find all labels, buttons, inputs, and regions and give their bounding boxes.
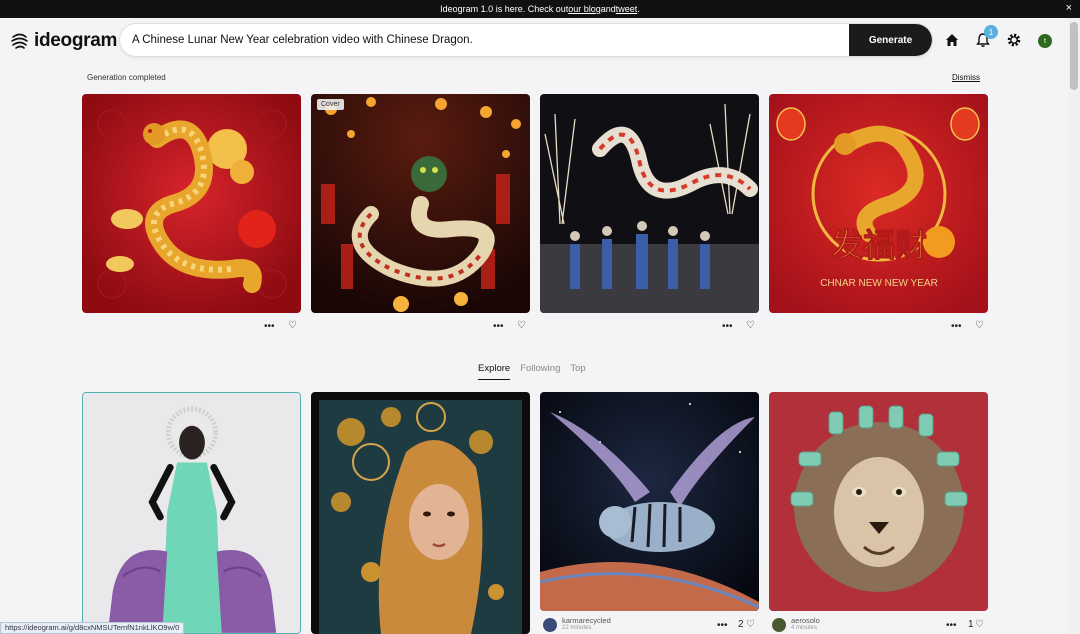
- generated-image-3[interactable]: [540, 94, 759, 313]
- heart-icon[interactable]: ♡: [975, 620, 984, 630]
- more-options-icon[interactable]: •••: [264, 322, 275, 332]
- more-options-icon[interactable]: •••: [493, 322, 504, 332]
- heart-icon[interactable]: ♡: [517, 321, 526, 331]
- feed-image-4[interactable]: [769, 392, 988, 611]
- image-caption-text: CHNAR NEW NEW YEAR: [820, 278, 938, 289]
- post-time: 22 minutes: [562, 625, 592, 631]
- top-header: ideogram Generate 1 t: [0, 18, 1068, 64]
- notification-badge: 1: [984, 25, 998, 39]
- announcement-banner: Ideogram 1.0 is here. Check out our blog…: [0, 0, 1080, 18]
- banner-text: Ideogram 1.0 is here. Check out: [440, 4, 569, 14]
- scrollbar-thumb[interactable]: [1070, 22, 1078, 90]
- tab-following[interactable]: Following: [520, 363, 560, 380]
- generation-status: Generation completed: [87, 73, 166, 82]
- winged-tiger-space-image: [540, 392, 759, 611]
- logo[interactable]: ideogram: [10, 30, 117, 52]
- heart-icon[interactable]: ♡: [288, 321, 297, 331]
- avatar[interactable]: [772, 617, 786, 632]
- author-name[interactable]: karmarecycled: [562, 617, 611, 625]
- tab-explore[interactable]: Explore: [478, 363, 511, 380]
- lion-with-curlers-image: [769, 392, 988, 611]
- steampunk-woman-image: [311, 392, 530, 634]
- dragon-dance-fireworks-image: [540, 94, 759, 313]
- feed-image-3[interactable]: [540, 392, 759, 611]
- more-options-icon[interactable]: •••: [717, 621, 728, 631]
- dragon-greeting-card-image: 发福财 CHNAR NEW NEW YEAR: [769, 94, 988, 313]
- blog-link[interactable]: our blog: [568, 4, 601, 14]
- prompt-input[interactable]: [120, 34, 849, 46]
- feed-item-author[interactable]: aerosolo 4 minutes: [772, 617, 820, 632]
- fashion-model-image: [83, 393, 300, 633]
- author-name[interactable]: aerosolo: [791, 617, 820, 625]
- avatar[interactable]: [543, 617, 557, 632]
- feed-item-author[interactable]: karmarecycled 22 minutes: [543, 617, 611, 632]
- close-icon[interactable]: ×: [1066, 2, 1072, 14]
- feed-tabs: Explore Following Top: [478, 363, 586, 380]
- dragon-parade-night-image: [311, 94, 530, 313]
- banner-text-suffix: .: [637, 4, 640, 14]
- more-options-icon[interactable]: •••: [722, 322, 733, 332]
- cover-tag: Cover: [317, 99, 344, 110]
- generate-button[interactable]: Generate: [849, 24, 932, 56]
- feed-image-2[interactable]: [311, 392, 530, 634]
- browser-status-url: https://ideogram.ai/g/d8cxNMSUTemfN1nkLl…: [0, 622, 185, 634]
- user-avatar[interactable]: t: [1038, 34, 1052, 48]
- heart-icon[interactable]: ♡: [746, 620, 755, 630]
- tweet-link[interactable]: tweet: [616, 4, 638, 14]
- dismiss-button[interactable]: Dismiss: [952, 73, 980, 82]
- banner-text-middle: and: [600, 4, 616, 14]
- generated-image-4[interactable]: 发福财 CHNAR NEW NEW YEAR: [769, 94, 988, 313]
- gear-icon[interactable]: [1006, 32, 1022, 48]
- tab-top[interactable]: Top: [570, 363, 585, 380]
- lucky-chars-text: 发福财: [831, 226, 927, 264]
- like-count: 1: [968, 619, 974, 630]
- like-count: 2: [738, 619, 744, 630]
- heart-icon[interactable]: ♡: [746, 321, 755, 331]
- scrollbar[interactable]: [1068, 18, 1080, 634]
- heart-icon[interactable]: ♡: [975, 321, 984, 331]
- post-time: 4 minutes: [791, 625, 818, 631]
- dragon-image-gold: [82, 94, 301, 313]
- generated-image-2[interactable]: Cover: [311, 94, 530, 313]
- ideogram-logo-icon: [11, 33, 28, 49]
- logo-text: ideogram: [34, 30, 118, 51]
- home-icon[interactable]: [944, 32, 960, 48]
- prompt-bar: Generate: [120, 24, 932, 56]
- more-options-icon[interactable]: •••: [946, 621, 957, 631]
- more-options-icon[interactable]: •••: [951, 322, 962, 332]
- feed-image-1[interactable]: [82, 392, 301, 634]
- generated-image-1[interactable]: [82, 94, 301, 313]
